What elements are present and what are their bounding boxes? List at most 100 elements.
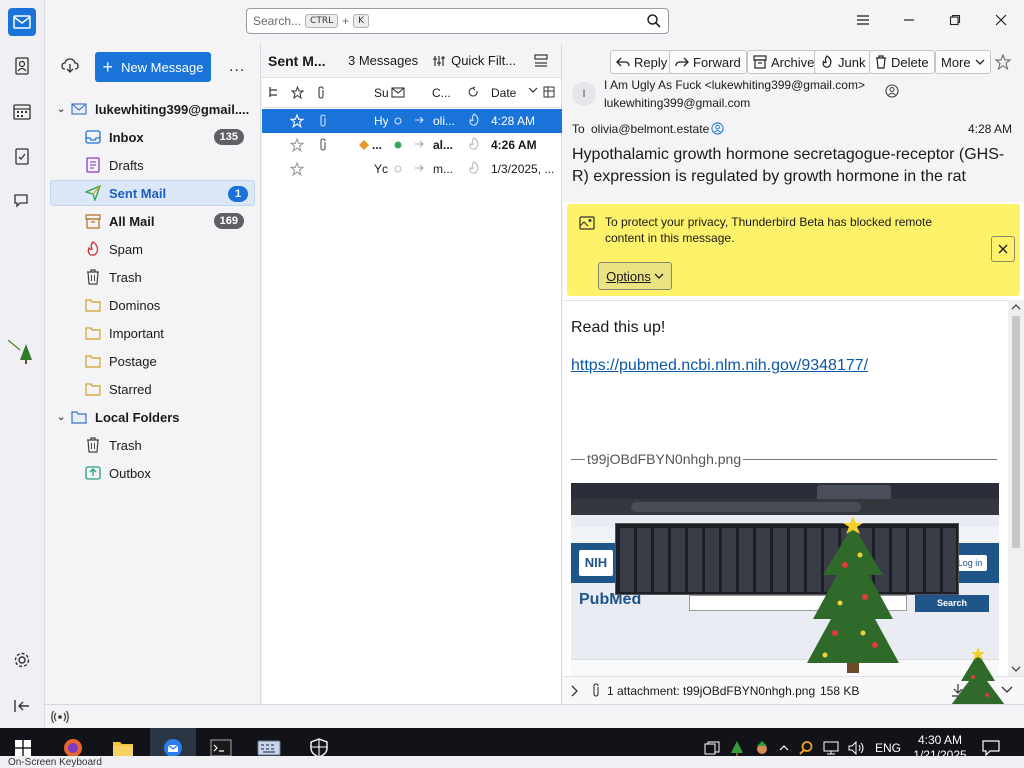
chevron-down-icon[interactable]: ⌄ bbox=[57, 104, 71, 115]
collapse-spaces-icon[interactable] bbox=[8, 692, 36, 720]
attached-image-preview[interactable]: NIH Log in PubMed Search bbox=[571, 483, 999, 676]
osk-overlay bbox=[615, 523, 959, 595]
message-row[interactable]: Yc m... 1/3/2025, ... bbox=[262, 157, 562, 181]
scroll-up-icon[interactable] bbox=[1011, 303, 1021, 311]
folder-dominos[interactable]: Dominos bbox=[85, 292, 250, 318]
star-icon[interactable] bbox=[995, 54, 1011, 70]
app-menu-icon[interactable] bbox=[840, 0, 886, 40]
task-view-icon[interactable] bbox=[704, 741, 720, 755]
pubmed-search-button: Search bbox=[915, 595, 989, 612]
christmas-tree-tray-icon[interactable] bbox=[729, 740, 745, 756]
message-body: Read this up! https://pubmed.ncbi.nlm.ni… bbox=[563, 300, 1008, 676]
global-search-input[interactable]: Search... CTRL + K bbox=[246, 8, 669, 34]
folder-label: Trash bbox=[109, 437, 142, 453]
body-link[interactable]: https://pubmed.ncbi.nlm.nih.gov/9348177/ bbox=[571, 357, 868, 375]
reply-arrow-icon bbox=[414, 163, 424, 173]
thread-column-icon[interactable] bbox=[268, 86, 280, 98]
account-row[interactable]: ⌄ lukewhiting399@gmail.... bbox=[57, 96, 262, 122]
junk-button[interactable]: Junk bbox=[814, 50, 872, 74]
browser-active-tab bbox=[817, 485, 891, 499]
folder-starred[interactable]: Starred bbox=[85, 376, 250, 402]
folder-inbox[interactable]: Inbox 135 bbox=[85, 124, 250, 150]
folder-spam[interactable]: Spam bbox=[85, 236, 250, 262]
archive-button[interactable]: Archive bbox=[747, 50, 821, 74]
folder-pane: + New Message ... ⌄ lukewhiting399@gmail… bbox=[45, 44, 261, 704]
network-icon[interactable] bbox=[823, 741, 839, 755]
message-row[interactable]: Hy oli... 4:28 AM bbox=[262, 109, 562, 133]
message-row[interactable]: ... al... 4:26 AM bbox=[262, 133, 562, 157]
chevron-down-icon[interactable] bbox=[528, 86, 538, 94]
message-subject: Hypothalamic growth hormone secretagogue… bbox=[572, 146, 1005, 185]
junk-column-icon[interactable] bbox=[467, 86, 479, 98]
remote-content-notice: To protect your privacy, Thunderbird Bet… bbox=[567, 204, 1020, 296]
row-date: 1/3/2025, ... bbox=[491, 162, 555, 176]
column-correspondent[interactable]: C... bbox=[432, 86, 451, 100]
search-icon[interactable] bbox=[646, 13, 662, 29]
close-window-icon[interactable] bbox=[978, 0, 1024, 40]
image-filename: t99jOBdFBYN0nhgh.png bbox=[585, 451, 744, 467]
star-icon[interactable] bbox=[290, 138, 304, 152]
folder-label: Outbox bbox=[109, 465, 151, 481]
attachment-column-icon[interactable] bbox=[316, 86, 326, 99]
reply-button[interactable]: Reply bbox=[610, 50, 674, 74]
tasks-icon[interactable] bbox=[8, 142, 36, 170]
volume-icon[interactable] bbox=[848, 741, 866, 755]
outbox-icon bbox=[85, 465, 101, 481]
chevron-up-icon[interactable] bbox=[779, 744, 789, 752]
local-folder-trash[interactable]: Trash bbox=[85, 432, 250, 458]
chevron-down-icon[interactable]: ⌄ bbox=[57, 412, 71, 423]
more-label: More bbox=[941, 54, 971, 70]
archive-icon bbox=[85, 213, 101, 229]
quick-filter-button[interactable]: Quick Filt... bbox=[432, 53, 516, 68]
address-book-icon[interactable] bbox=[8, 52, 36, 80]
folder-important[interactable]: Important bbox=[85, 320, 250, 346]
close-notice-button[interactable] bbox=[991, 236, 1015, 262]
body-scrollbar[interactable] bbox=[1008, 300, 1024, 676]
elf-tray-icon[interactable] bbox=[754, 740, 770, 756]
to-address[interactable]: olivia@belmont.estate bbox=[591, 122, 709, 136]
star-column-icon[interactable] bbox=[291, 86, 304, 99]
contact-icon[interactable] bbox=[885, 84, 899, 98]
contact-icon[interactable] bbox=[711, 122, 724, 135]
chat-icon[interactable] bbox=[8, 187, 36, 215]
shortcut-key-ctrl: CTRL bbox=[305, 14, 339, 28]
list-display-options-icon[interactable] bbox=[534, 54, 548, 68]
column-picker-icon[interactable] bbox=[543, 86, 555, 98]
star-icon[interactable] bbox=[290, 162, 304, 176]
folder-postage[interactable]: Postage bbox=[85, 348, 250, 374]
column-subject[interactable]: Su bbox=[374, 86, 389, 100]
from-name[interactable]: I Am Ugly As Fuck <lukewhiting399@gmail.… bbox=[604, 78, 865, 92]
delete-button[interactable]: Delete bbox=[869, 50, 935, 74]
more-button[interactable]: More bbox=[935, 50, 991, 74]
search-tray-icon[interactable] bbox=[798, 740, 814, 756]
get-messages-icon[interactable] bbox=[61, 58, 79, 74]
calendar-icon[interactable] bbox=[8, 97, 36, 125]
christmas-tree-icon bbox=[951, 647, 1005, 705]
new-message-button[interactable]: + New Message bbox=[95, 52, 211, 82]
chevron-right-icon[interactable] bbox=[570, 685, 578, 697]
folder-label: Important bbox=[109, 325, 164, 341]
unread-column-icon[interactable] bbox=[391, 86, 405, 98]
online-status-icon[interactable] bbox=[51, 710, 69, 724]
forward-button[interactable]: Forward bbox=[669, 50, 747, 74]
maximize-icon[interactable] bbox=[932, 0, 978, 40]
folder-sent-mail[interactable]: Sent Mail 1 bbox=[50, 180, 255, 206]
local-folder-outbox[interactable]: Outbox bbox=[85, 460, 250, 486]
star-icon[interactable] bbox=[290, 114, 304, 128]
scrollbar-thumb[interactable] bbox=[1012, 316, 1020, 548]
folder-trash[interactable]: Trash bbox=[85, 264, 250, 290]
language-indicator[interactable]: ENG bbox=[875, 741, 901, 755]
column-date[interactable]: Date bbox=[491, 86, 516, 100]
local-folders-row[interactable]: ⌄ Local Folders bbox=[57, 404, 262, 430]
folder-all-mail[interactable]: All Mail 169 bbox=[85, 208, 250, 234]
minimize-icon[interactable] bbox=[886, 0, 932, 40]
folder-pane-more-button[interactable]: ... bbox=[229, 58, 245, 76]
attachment-bar[interactable]: 1 attachment: t99jOBdFBYN0nhgh.png 158 K… bbox=[563, 647, 1024, 705]
options-button[interactable]: Options bbox=[598, 262, 672, 290]
settings-icon[interactable] bbox=[8, 646, 36, 674]
folder-drafts[interactable]: Drafts bbox=[85, 152, 250, 178]
mail-space-icon[interactable] bbox=[8, 8, 36, 36]
read-status-dot-icon bbox=[393, 116, 403, 126]
spaces-toolbar bbox=[0, 0, 45, 728]
account-mail-icon bbox=[71, 101, 87, 117]
